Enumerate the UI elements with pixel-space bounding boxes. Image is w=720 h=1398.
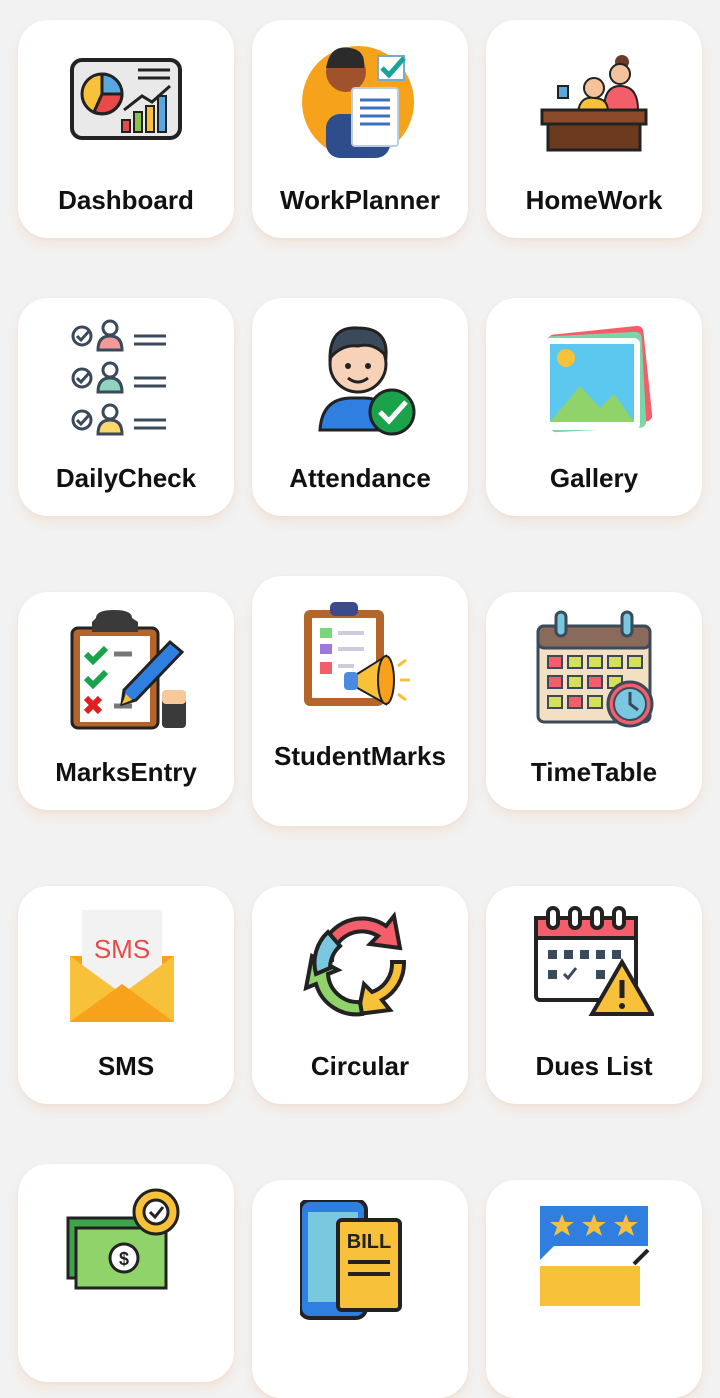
dues-calendar-warning-icon xyxy=(534,904,654,1024)
circular-card[interactable]: Circular xyxy=(252,886,468,1104)
homework-label: HomeWork xyxy=(525,185,663,215)
studentmarks-card[interactable]: StudentMarks xyxy=(252,576,468,826)
dashboard-card[interactable]: Dashboard xyxy=(18,20,234,238)
attendance-card[interactable]: Attendance xyxy=(252,298,468,516)
sms-envelope-icon: SMS xyxy=(66,910,186,1030)
studentmarks-label: StudentMarks xyxy=(274,741,446,771)
fees-money-gear-icon: $ xyxy=(66,1188,186,1308)
timetable-label: TimeTable xyxy=(530,757,658,787)
workplanner-label: WorkPlanner xyxy=(280,185,440,215)
workplanner-card[interactable]: WorkPlanner xyxy=(252,20,468,238)
gallery-label: Gallery xyxy=(549,463,639,493)
fees-card[interactable]: $ xyxy=(18,1164,234,1382)
homework-icon xyxy=(534,48,654,168)
sms-label: SMS xyxy=(97,1051,155,1081)
circular-arrows-icon xyxy=(300,904,420,1024)
rating-stars-icon xyxy=(534,1206,654,1326)
attendance-label: Attendance xyxy=(289,463,431,493)
dailycheck-label: DailyCheck xyxy=(55,463,197,493)
dailycheck-card[interactable]: DailyCheck xyxy=(18,298,234,516)
student-marks-icon xyxy=(300,600,420,720)
homework-card[interactable]: HomeWork xyxy=(486,20,702,238)
timetable-icon xyxy=(534,610,654,730)
dashboard-chart-icon xyxy=(66,48,186,168)
bill-icon-text: BILL xyxy=(347,1231,391,1253)
dueslist-label: Dues List xyxy=(535,1051,653,1081)
marksentry-card[interactable]: MarksEntry xyxy=(18,592,234,810)
daily-check-icon xyxy=(66,316,186,436)
marks-entry-icon xyxy=(66,610,186,730)
attendance-icon xyxy=(300,316,420,436)
bill-phone-icon: BILL xyxy=(300,1200,420,1320)
sms-icon-text: SMS xyxy=(94,934,150,964)
bill-card[interactable]: BILL xyxy=(252,1180,468,1398)
dueslist-card[interactable]: Dues List xyxy=(486,886,702,1104)
gallery-card[interactable]: Gallery xyxy=(486,298,702,516)
svg-text:$: $ xyxy=(119,1249,129,1269)
dashboard-label: Dashboard xyxy=(58,185,194,215)
timetable-card[interactable]: TimeTable xyxy=(486,592,702,810)
sms-card[interactable]: SMS SMS xyxy=(18,886,234,1104)
work-planner-icon xyxy=(300,38,420,158)
marksentry-label: MarksEntry xyxy=(55,757,197,787)
rating-card[interactable] xyxy=(486,1180,702,1398)
circular-label: Circular xyxy=(310,1051,410,1081)
gallery-icon xyxy=(534,322,654,442)
